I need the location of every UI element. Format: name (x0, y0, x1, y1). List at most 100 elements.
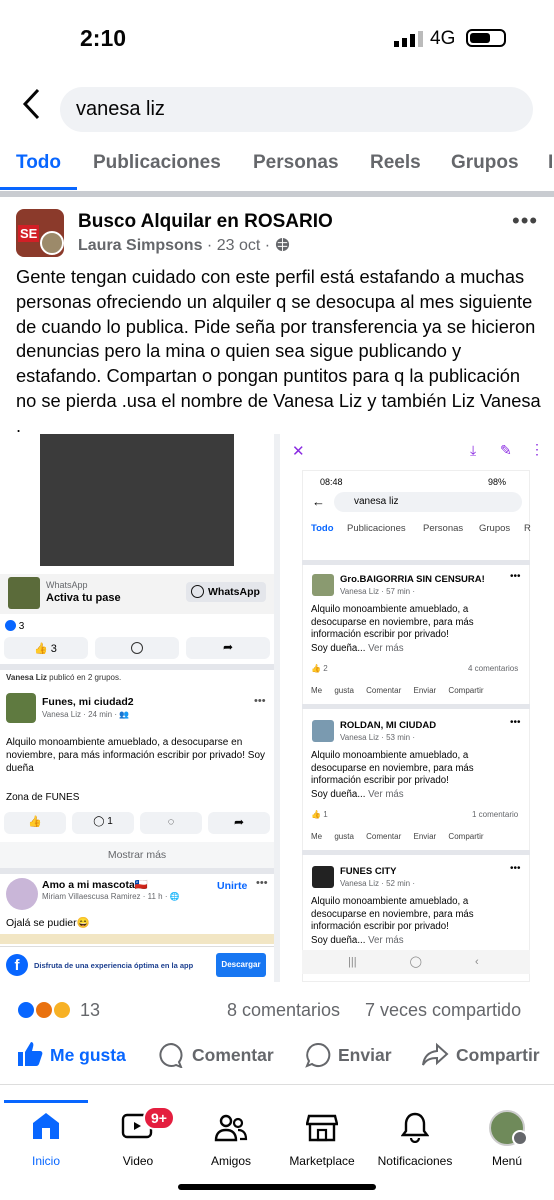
card-zone: Zona de FUNES (6, 792, 80, 803)
like-reaction-icon (16, 1000, 36, 1020)
comment-count[interactable]: 8 comentarios (227, 1000, 340, 1021)
like-count: 3 (5, 620, 24, 632)
nav-menu-label: Menú (491, 1154, 523, 1168)
active-nav-indicator (4, 1100, 88, 1103)
mini-share-button: ➦ (186, 637, 270, 659)
screen: 2:10 4G vanesa liz Todo Publicaciones Pe… (0, 0, 554, 1200)
bell-icon (401, 1112, 429, 1143)
screenshot-left: WhatsApp Activa tu pase WhatsApp 3 👍 3 ➦… (0, 434, 274, 982)
card-meta: Miriam Villaescusa Ramirez · 11 h · 🌐 (42, 892, 180, 901)
send-button[interactable]: Enviar (305, 1042, 395, 1072)
share-count[interactable]: 7 veces compartido (365, 1000, 521, 1021)
nav-friends-label: Amigos (210, 1154, 251, 1168)
more-options-icon: ••• (510, 863, 521, 874)
search-input[interactable]: vanesa liz (60, 87, 533, 132)
video-frame (40, 434, 234, 566)
card-group-name: Gro.BAIGORRIA SIN CENSURA! (340, 574, 485, 585)
group-avatar[interactable]: SE (16, 209, 64, 257)
more-options-icon[interactable]: ••• (512, 208, 538, 234)
card-meta: Vanesa Liz · 24 min · 👥 (42, 710, 130, 719)
inner-search: vanesa liz (334, 492, 522, 512)
globe-icon (275, 237, 289, 252)
comment-label: Comentar (192, 1045, 274, 1065)
card-meta: Vanesa Liz · 57 min · (340, 587, 416, 596)
card-text-more: Soy dueña... Ver más (311, 935, 404, 946)
home-indicator (178, 1184, 376, 1190)
tab-grupos[interactable]: Grupos (451, 152, 519, 174)
more-options-icon: ••• (510, 717, 521, 728)
tab-publicaciones[interactable]: Publicaciones (93, 152, 221, 174)
inner-status-time: 08:48 (320, 477, 343, 487)
card-text: Ojalá se pudier😄 (6, 917, 90, 929)
divider (302, 560, 530, 565)
image-strip (0, 934, 274, 944)
nav-video-label: Video (122, 1154, 154, 1168)
share-button[interactable]: Compartir (421, 1042, 541, 1072)
group-avatar (312, 866, 334, 888)
mini-like-button: 👍 3 (4, 637, 88, 659)
nav-marketplace-label: Marketplace (289, 1154, 355, 1168)
card-comments: 1 comentario (472, 810, 519, 819)
card-text: Alquilo monoambiente amueblado, a desocu… (311, 896, 474, 932)
show-more-button: Mostrar más (0, 842, 274, 868)
video-badge: 9+ (143, 1106, 175, 1130)
divider (0, 191, 554, 197)
comment-button[interactable]: Comentar (158, 1042, 278, 1072)
share-label: Compartir (456, 1045, 540, 1065)
mini-comment-button (95, 637, 179, 659)
card-text-more: Soy dueña... Ver más (311, 643, 404, 654)
status-time: 2:10 (80, 25, 127, 51)
network-label: 4G (430, 28, 456, 49)
tab-reels[interactable]: Reels (370, 152, 421, 174)
group-avatar (6, 878, 38, 910)
tab-more[interactable]: I (548, 152, 553, 174)
android-nav-bar: ||| ◯ ‹ (302, 950, 530, 974)
more-options-icon: ••• (256, 877, 268, 889)
tab-todo[interactable]: Todo (16, 152, 61, 174)
battery-icon (466, 29, 506, 47)
group-avatar (312, 574, 334, 596)
download-button: Descargar (216, 953, 266, 977)
search-tabs: Todo Publicaciones Personas Reels Grupos… (0, 146, 554, 190)
card-group-name: ROLDAN, MI CIUDAD (340, 720, 437, 731)
post-group-name[interactable]: Busco Alquilar en ROSARIO (78, 211, 333, 233)
active-tab-indicator (0, 187, 77, 190)
screenshot-right: ✕ ⤓ ✎ ⋮ 08:48 98% ← vanesa liz Todo Publ… (280, 434, 554, 982)
inner-tab-todo: Todo (311, 523, 334, 534)
whatsapp-icon (305, 1042, 331, 1068)
card-text: Alquilo monoambiente amueblado, a desocu… (311, 750, 474, 786)
card-group-name: Funes, mi ciudad2 (42, 696, 134, 708)
post-author[interactable]: Laura Simpsons (78, 237, 202, 254)
reaction-icons[interactable] (16, 1000, 78, 1022)
viewer-toolbar (280, 434, 554, 470)
more-vert-icon: ⋮ (530, 441, 544, 457)
mini-share-button: ➦ (208, 812, 270, 834)
friends-icon (214, 1114, 248, 1142)
shared-note: Vanesa Liz publicó en 2 grupos. (6, 673, 122, 682)
inner-tab: Publicaciones (347, 523, 406, 534)
post-meta: Laura Simpsons · 23 oct · (78, 237, 290, 255)
more-options-icon: ••• (254, 695, 266, 707)
comment-icon (159, 1042, 183, 1069)
inner-battery: 98% (488, 477, 507, 487)
nav-notifications-label: Notificaciones (377, 1154, 453, 1168)
ad-source: WhatsApp (46, 580, 88, 590)
like-reaction-icon (5, 620, 16, 631)
card-comments: 4 comentarios (468, 664, 519, 673)
whatsapp-icon (191, 585, 204, 598)
card-actions: Me gusta Comentar Enviar Compartir (311, 686, 484, 695)
mini-comment-button: ◯ 1 (72, 812, 134, 834)
nav-home-label: Inicio (31, 1154, 60, 1168)
card-meta: Vanesa Liz · 52 min · (340, 879, 416, 888)
home-icon (33, 1113, 59, 1139)
reaction-count[interactable]: 13 (80, 1000, 100, 1021)
menu-icon (512, 1130, 528, 1146)
card-text: Alquilo monoambiente amueblado, a desocu… (311, 604, 474, 640)
back-arrow-icon[interactable] (20, 86, 46, 122)
card-group-name: Amo a mi mascota🇨🇱 (42, 879, 148, 891)
card-group-name: FUNES CITY (340, 866, 397, 877)
signal-icon (394, 31, 423, 47)
tab-personas[interactable]: Personas (253, 152, 339, 174)
like-button[interactable]: Me gusta (16, 1040, 126, 1070)
banner-text: Disfruta de una experiencia óptima en la… (34, 961, 194, 970)
